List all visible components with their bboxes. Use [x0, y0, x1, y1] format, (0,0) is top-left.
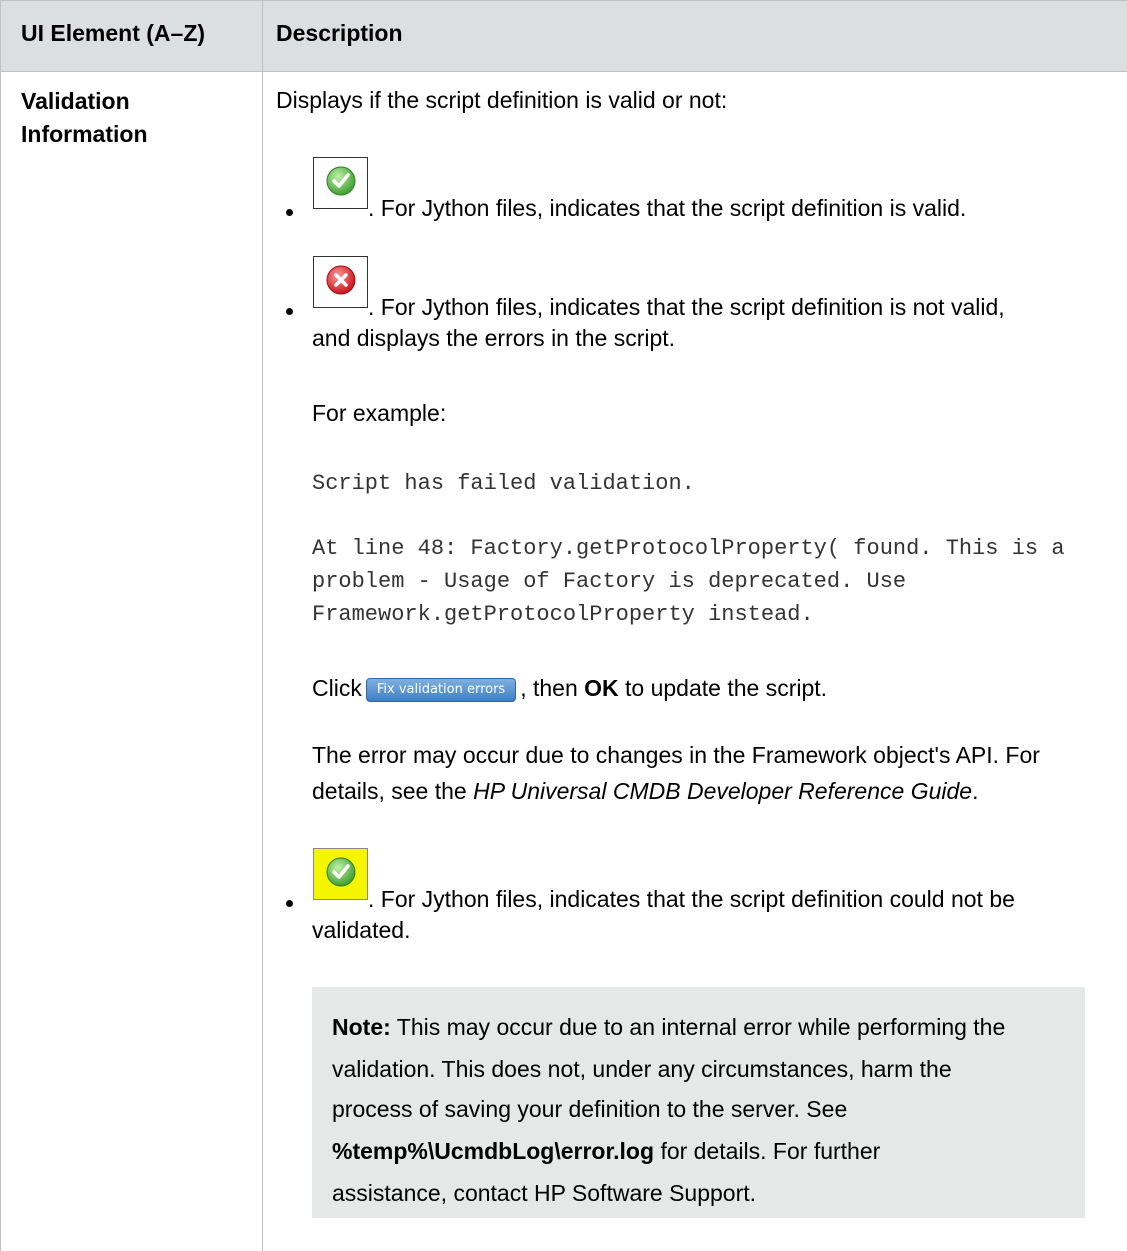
check-icon: [326, 166, 356, 196]
note-line: %temp%\UcmdbLog\error.log for details. F…: [332, 1138, 881, 1164]
bullet: [286, 900, 293, 907]
invalid-description-line2: and displays the errors in the script.: [312, 325, 676, 351]
error-icon: [326, 265, 356, 295]
unvalidated-description-line2: validated.: [312, 917, 411, 943]
table-border-left: [0, 0, 1, 1251]
check-icon: [326, 857, 356, 887]
header-ui-element: UI Element (A–Z): [21, 20, 206, 46]
note-line: Note: This may occur due to an internal …: [332, 1014, 1006, 1040]
fix-instructions: Click Fix validation errors, then OK to u…: [312, 675, 828, 702]
unvalidated-status-icon: [313, 848, 368, 900]
column-divider: [262, 0, 263, 1251]
valid-status-icon: [313, 157, 368, 209]
code-line: Script has failed validation.: [312, 471, 695, 496]
note-box: Note: This may occur due to an internal …: [312, 987, 1085, 1218]
note-line: process of saving your definition to the…: [332, 1096, 848, 1122]
unvalidated-description-line1: . For Jython files, indicates that the s…: [368, 886, 1015, 912]
note-line: validation. This does not, under any cir…: [332, 1056, 952, 1082]
valid-description: . For Jython files, indicates that the s…: [368, 195, 967, 221]
description-intro: Displays if the script definition is val…: [276, 87, 728, 113]
code-line: Framework.getProtocolProperty instead.: [312, 602, 814, 627]
for-example-label: For example:: [312, 400, 447, 426]
element-name: Validation Information: [21, 88, 148, 147]
ui-elements-table: UI Element (A–Z) Description Validation …: [0, 0, 1127, 1251]
fix-validation-errors-button[interactable]: Fix validation errors: [365, 677, 517, 702]
error-explanation-line1: The error may occur due to changes in th…: [312, 742, 1040, 768]
bullet: [286, 308, 293, 315]
invalid-status-icon: [313, 256, 368, 308]
bullet: [286, 209, 293, 216]
code-line: problem - Usage of Factory is deprecated…: [312, 569, 907, 594]
header-description: Description: [276, 20, 403, 46]
code-line: At line 48: Factory.getProtocolProperty(…: [312, 536, 1065, 561]
invalid-description-line1: . For Jython files, indicates that the s…: [368, 294, 1005, 320]
note-label: Note:: [332, 1014, 391, 1040]
note-line: assistance, contact HP Software Support.: [332, 1180, 757, 1206]
reference-guide-title: HP Universal CMDB Developer Reference Gu…: [473, 778, 973, 804]
error-log-path: %temp%\UcmdbLog\error.log: [332, 1138, 655, 1164]
error-explanation-line2: details, see the HP Universal CMDB Devel…: [312, 778, 979, 804]
